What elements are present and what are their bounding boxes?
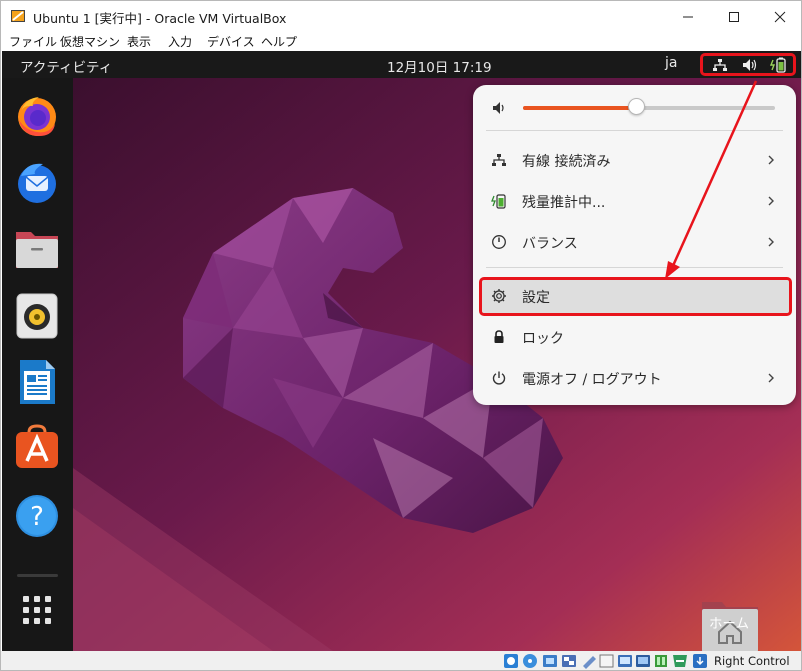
- power-icon: [492, 371, 506, 385]
- virtualbox-window: Ubuntu 1 [実行中] - Oracle VM VirtualBox ファ…: [0, 0, 802, 671]
- show-apps-icon[interactable]: [13, 586, 61, 634]
- close-button[interactable]: [757, 1, 801, 32]
- minimize-icon: [683, 16, 693, 17]
- virtualbox-app-icon: [11, 10, 25, 22]
- menu-view[interactable]: 表示: [127, 33, 151, 50]
- virtualbox-status-bar: Right Control: [1, 651, 801, 670]
- lock-icon: [494, 330, 504, 343]
- chevron-right-icon: [768, 196, 774, 206]
- home-folder-label: ホーム: [708, 616, 750, 632]
- rhythmbox-icon[interactable]: [13, 292, 61, 340]
- minimize-button[interactable]: [665, 1, 711, 32]
- menu-bar: ファイル 仮想マシン 表示 入力 デバイス ヘルプ: [1, 32, 801, 50]
- volume-slider-handle[interactable]: [628, 98, 645, 115]
- menu-item-lock[interactable]: ロック: [479, 318, 790, 356]
- menu-item-wired-connection[interactable]: 有線 接続済み: [479, 141, 790, 179]
- gnome-top-bar: アクティビティ 12月10日 17:19 ja: [2, 51, 801, 78]
- maximize-icon: [729, 11, 739, 22]
- clock[interactable]: 12月10日 17:19: [387, 56, 492, 76]
- chevron-right-icon: [768, 373, 774, 383]
- libreoffice-writer-icon[interactable]: [13, 358, 61, 406]
- dock-separator: [17, 574, 58, 577]
- power-profile-label: バランス: [522, 236, 578, 252]
- lock-label: ロック: [522, 331, 564, 347]
- menu-file[interactable]: ファイル: [9, 33, 57, 50]
- tray-highlight-box: [700, 53, 796, 76]
- close-icon: [774, 11, 786, 22]
- network-wired-icon: [492, 154, 506, 166]
- menu-item-power-profile[interactable]: バランス: [479, 223, 790, 261]
- battery-charging-icon: [491, 194, 506, 209]
- maximize-button[interactable]: [711, 1, 757, 32]
- battery-status-label: 残量推計中...: [522, 195, 606, 211]
- files-icon[interactable]: [13, 224, 61, 272]
- menu-input[interactable]: 入力: [168, 33, 192, 50]
- help-icon[interactable]: ?: [13, 492, 61, 540]
- menu-devices[interactable]: デバイス: [207, 33, 255, 50]
- chevron-right-icon: [768, 237, 774, 247]
- quick-settings-menu: 有線 接続済み 残量推計中... バランス 設定 ロック 電源オフ / ログアウ…: [473, 85, 796, 405]
- power-off-logout-label: 電源オフ / ログアウト: [522, 372, 662, 388]
- menu-help[interactable]: ヘルプ: [261, 33, 297, 50]
- input-language-indicator[interactable]: ja: [665, 55, 677, 71]
- menu-item-battery[interactable]: 残量推計中...: [479, 182, 790, 220]
- wired-connection-label: 有線 接続済み: [522, 154, 611, 170]
- status-device-icons: [504, 654, 707, 669]
- volume-slider-fill: [523, 106, 636, 110]
- title-bar: Ubuntu 1 [実行中] - Oracle VM VirtualBox: [1, 1, 801, 32]
- menu-machine[interactable]: 仮想マシン: [60, 33, 120, 50]
- volume-icon: [493, 102, 504, 114]
- power-profile-icon: [492, 235, 506, 249]
- firefox-icon[interactable]: [13, 92, 61, 140]
- volume-slider[interactable]: [523, 98, 775, 115]
- chevron-right-icon: [768, 155, 774, 165]
- menu-item-power-off-logout[interactable]: 電源オフ / ログアウト: [479, 359, 790, 397]
- dock: ?: [2, 78, 73, 651]
- activities-button[interactable]: アクティビティ: [20, 56, 112, 76]
- svg-text:?: ?: [30, 502, 44, 532]
- thunderbird-icon[interactable]: [13, 158, 61, 206]
- host-key-label: Right Control: [714, 654, 790, 668]
- settings-highlight-box: [479, 277, 792, 316]
- separator: [486, 267, 783, 268]
- separator: [486, 130, 783, 131]
- app-center-icon[interactable]: [13, 424, 61, 472]
- window-title: Ubuntu 1 [実行中] - Oracle VM VirtualBox: [33, 11, 287, 26]
- volume-row: [473, 85, 796, 130]
